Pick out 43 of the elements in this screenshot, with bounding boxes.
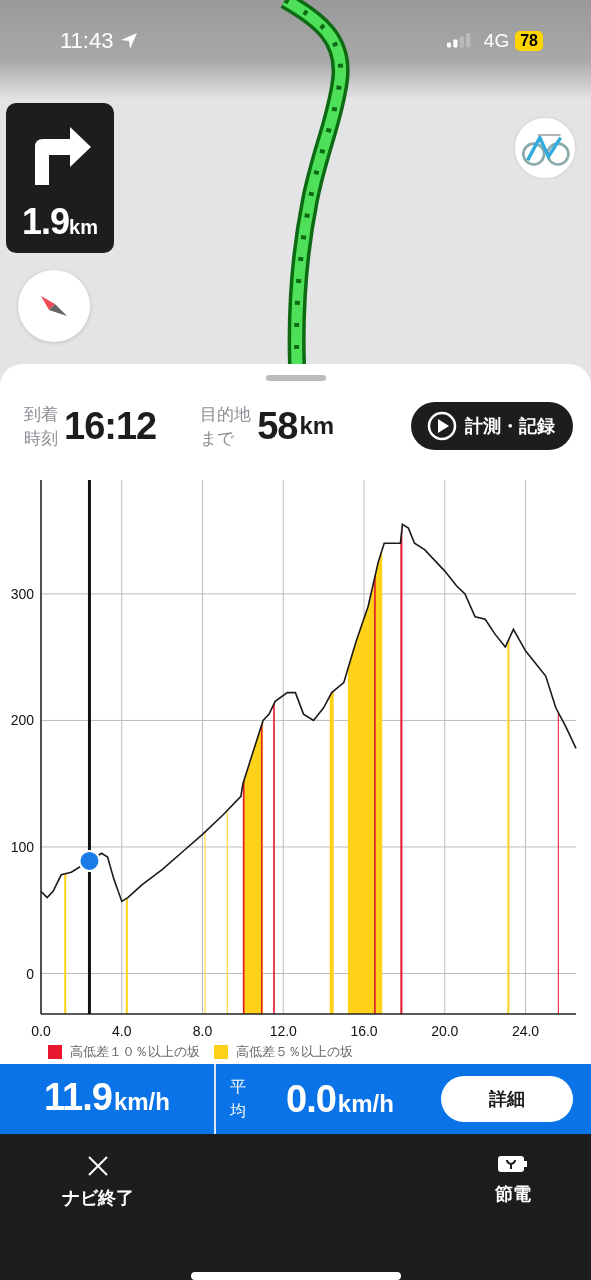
trip-label: 時刻 — [24, 427, 58, 450]
x-tick-label: 12.0 — [269, 1023, 297, 1039]
current-position-dot — [78, 849, 101, 872]
trip-value: 16:12 — [64, 404, 157, 448]
turn-distance-unit: km — [69, 216, 98, 239]
x-tick-label: 0.0 — [31, 1023, 51, 1039]
x-tick-label: 24.0 — [511, 1023, 540, 1039]
average-speed: 0.0 — [286, 1077, 336, 1121]
legend-label: 高低差５％以上の坂 — [236, 1043, 353, 1061]
trip-label: 目的地 — [200, 403, 252, 426]
y-tick-label: 100 — [10, 838, 34, 855]
details-button[interactable]: 詳細 — [441, 1076, 573, 1122]
average-label: 平均 — [230, 1076, 246, 1122]
power-saving-button[interactable]: 節電 — [495, 1154, 531, 1218]
compass-button[interactable] — [18, 270, 90, 342]
signal-icon — [445, 33, 472, 49]
y-tick-label: 0 — [26, 965, 34, 982]
end-navigation-button[interactable]: ナビ終了 — [62, 1154, 134, 1218]
x-tick-label: 16.0 — [350, 1023, 378, 1039]
trip-label: まで — [200, 427, 236, 450]
trip-unit: km — [299, 412, 335, 440]
battery-leaf-icon — [498, 1154, 528, 1174]
location-arrow-icon — [119, 31, 140, 51]
speed-unit: km/h — [113, 1088, 170, 1116]
compass-icon — [41, 296, 67, 316]
y-tick-label: 300 — [10, 585, 34, 602]
trip-value: 58 — [257, 404, 298, 448]
trip-label: 到着 — [24, 403, 58, 426]
speed-unit: km/h — [337, 1090, 394, 1118]
play-icon — [427, 411, 457, 441]
y-tick-label: 200 — [10, 712, 34, 729]
close-icon — [86, 1154, 110, 1178]
legend-label: 高低差１０％以上の坂 — [70, 1043, 200, 1061]
current-speed: 11.9 — [44, 1076, 112, 1119]
x-tick-label: 20.0 — [431, 1023, 459, 1039]
x-tick-label: 4.0 — [112, 1023, 132, 1039]
status-time: 11:43 — [60, 28, 114, 54]
sheet-handle[interactable] — [265, 375, 326, 381]
battery-indicator: 78 — [515, 31, 543, 51]
turn-distance: 1.9 — [22, 201, 70, 243]
record-button[interactable]: 計測・記録 — [411, 402, 573, 450]
network-label: 4G — [483, 30, 510, 52]
x-tick-label: 8.0 — [192, 1023, 213, 1039]
